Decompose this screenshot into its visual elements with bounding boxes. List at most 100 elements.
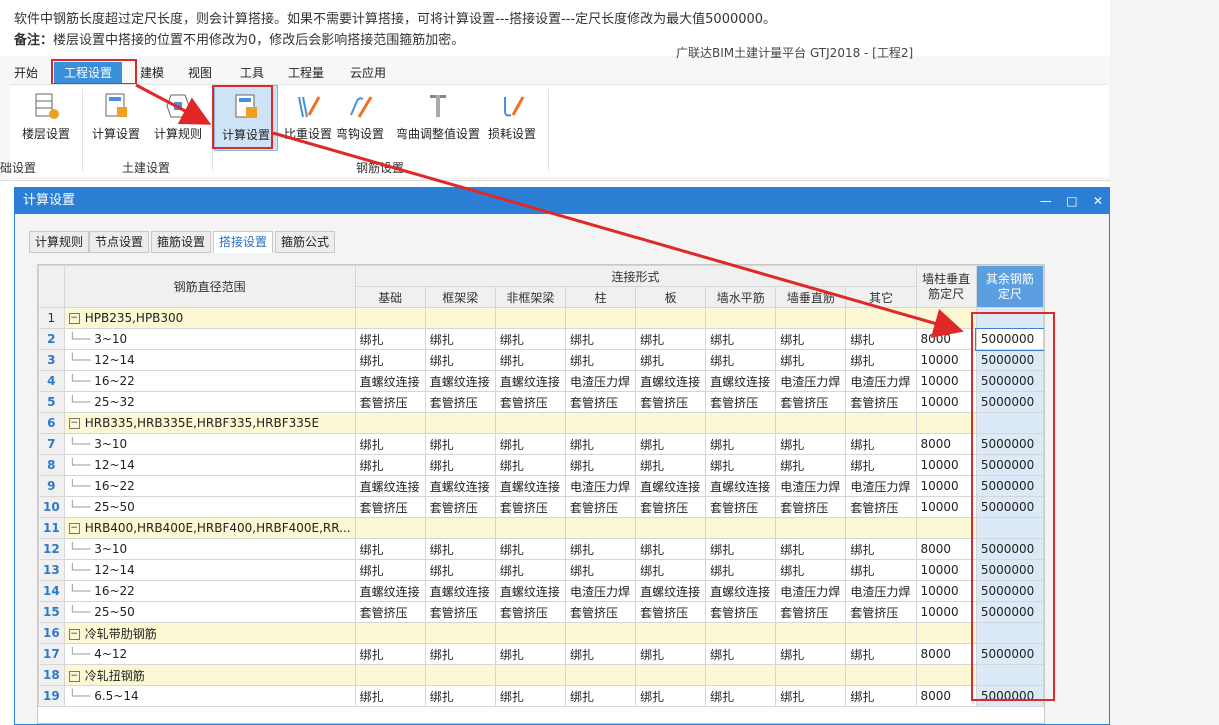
- connection-type-cell[interactable]: [845, 622, 917, 644]
- bend-adjust-settings-tool[interactable]: 弯曲调整值设置: [386, 85, 490, 142]
- table-row[interactable]: 5 └── 25~32 套管挤压 套管挤压 套管挤压 套管挤压 套管挤压 套管挤压 套管挤压 套管…: [38, 391, 1044, 413]
- connection-type-cell[interactable]: 直螺纹连接: [354, 475, 426, 497]
- connection-type-cell[interactable]: 绑扎: [635, 433, 707, 455]
- table-row[interactable]: 9 └── 16~22 直螺纹连接 直螺纹连接 直螺纹连接 电渣压力焊 直螺纹连接 直螺纹连接…: [38, 475, 1044, 497]
- wall-column-length-cell[interactable]: [915, 517, 977, 539]
- connection-type-cell[interactable]: [564, 664, 637, 686]
- connection-type-cell[interactable]: [354, 622, 426, 644]
- connection-type-cell[interactable]: 电渣压力焊: [775, 370, 847, 392]
- connection-type-cell[interactable]: 绑扎: [424, 454, 496, 476]
- connection-type-cell[interactable]: 套管挤压: [494, 601, 566, 623]
- connection-type-cell[interactable]: 绑扎: [635, 454, 707, 476]
- connection-type-cell[interactable]: 套管挤压: [845, 391, 917, 413]
- connection-type-cell[interactable]: 绑扎: [775, 349, 847, 371]
- connection-type-cell[interactable]: 套管挤压: [635, 496, 707, 518]
- connection-type-cell[interactable]: [705, 664, 777, 686]
- wall-column-length-cell[interactable]: 10000: [915, 601, 977, 623]
- diameter-range-cell[interactable]: └── 3~10: [63, 433, 356, 455]
- connection-type-cell[interactable]: [705, 517, 777, 539]
- connection-type-cell[interactable]: 套管挤压: [775, 496, 847, 518]
- wall-column-length-cell[interactable]: 8000: [915, 538, 977, 560]
- diameter-range-cell[interactable]: └── 25~50: [63, 601, 356, 623]
- connection-type-cell[interactable]: [564, 517, 637, 539]
- wall-column-length-cell[interactable]: [915, 307, 977, 329]
- connection-type-cell[interactable]: 绑扎: [494, 685, 566, 707]
- tab-stirrup-settings[interactable]: 箍筋设置: [151, 231, 212, 253]
- connection-type-cell[interactable]: 直螺纹连接: [705, 475, 777, 497]
- connection-type-cell[interactable]: [354, 412, 426, 434]
- connection-type-cell[interactable]: 绑扎: [494, 433, 566, 455]
- connection-type-cell[interactable]: 绑扎: [845, 328, 917, 350]
- tab-calc-rules[interactable]: 计算规则: [29, 231, 90, 253]
- tab-lap-settings[interactable]: 搭接设置: [213, 231, 274, 253]
- connection-type-cell[interactable]: [635, 622, 707, 644]
- connection-type-cell[interactable]: [494, 664, 566, 686]
- wall-column-length-cell[interactable]: 10000: [915, 496, 977, 518]
- connection-type-cell[interactable]: 套管挤压: [494, 391, 566, 413]
- connection-type-cell[interactable]: 绑扎: [845, 433, 917, 455]
- connection-type-cell[interactable]: 绑扎: [775, 538, 847, 560]
- table-row[interactable]: 15 └── 25~50 套管挤压 套管挤压 套管挤压 套管挤压 套管挤压 套管挤压 套管挤压套…: [38, 601, 1044, 623]
- connection-type-cell[interactable]: 电渣压力焊: [564, 475, 637, 497]
- connection-type-cell[interactable]: [775, 664, 847, 686]
- connection-type-cell[interactable]: [424, 307, 496, 329]
- collapse-icon[interactable]: −: [68, 313, 80, 324]
- connection-type-cell[interactable]: 绑扎: [354, 328, 426, 350]
- connection-type-cell[interactable]: 套管挤压: [635, 601, 707, 623]
- connection-type-cell[interactable]: [424, 517, 496, 539]
- connection-type-cell[interactable]: 绑扎: [845, 538, 917, 560]
- connection-type-cell[interactable]: 绑扎: [705, 685, 777, 707]
- group-row[interactable]: 16− 冷轧带肋钢筋: [38, 622, 1044, 644]
- connection-type-cell[interactable]: 直螺纹连接: [424, 580, 496, 602]
- connection-type-cell[interactable]: 绑扎: [494, 328, 566, 350]
- minimize-icon[interactable]: —: [1035, 188, 1057, 214]
- connection-type-cell[interactable]: 电渣压力焊: [845, 580, 917, 602]
- connection-type-cell[interactable]: 绑扎: [635, 559, 707, 581]
- connection-type-cell[interactable]: 绑扎: [635, 685, 707, 707]
- connection-type-cell[interactable]: [845, 412, 917, 434]
- connection-type-cell[interactable]: 套管挤压: [775, 601, 847, 623]
- connection-type-cell[interactable]: 电渣压力焊: [564, 580, 637, 602]
- connection-type-cell[interactable]: 绑扎: [494, 454, 566, 476]
- table-row[interactable]: 8 └── 12~14 绑扎 绑扎 绑扎 绑扎 绑扎 绑扎 绑扎 绑扎 10000 5000000: [38, 454, 1044, 476]
- menu-modeling[interactable]: 建模: [140, 64, 164, 81]
- table-row[interactable]: 19 └── 6.5~14 绑扎 绑扎 绑扎 绑扎 绑扎 绑扎 绑扎 绑扎 8000 5000000: [38, 685, 1044, 707]
- connection-type-cell[interactable]: 绑扎: [564, 328, 637, 350]
- connection-type-cell[interactable]: 绑扎: [354, 538, 426, 560]
- connection-type-cell[interactable]: 绑扎: [845, 559, 917, 581]
- group-name-cell[interactable]: − HRB400,HRB400E,HRBF400,HRBF400E,RR...: [63, 517, 356, 539]
- connection-type-cell[interactable]: 套管挤压: [635, 391, 707, 413]
- connection-type-cell[interactable]: [354, 307, 426, 329]
- connection-type-cell[interactable]: [635, 307, 707, 329]
- connection-type-cell[interactable]: [775, 307, 847, 329]
- wall-column-length-cell[interactable]: 10000: [915, 559, 977, 581]
- connection-type-cell[interactable]: 绑扎: [494, 643, 566, 665]
- connection-type-cell[interactable]: 绑扎: [705, 454, 777, 476]
- connection-type-cell[interactable]: 绑扎: [424, 328, 496, 350]
- connection-type-cell[interactable]: 电渣压力焊: [775, 475, 847, 497]
- connection-type-cell[interactable]: [494, 412, 566, 434]
- connection-type-cell[interactable]: 绑扎: [635, 328, 707, 350]
- connection-type-cell[interactable]: 绑扎: [845, 454, 917, 476]
- loss-settings-tool[interactable]: 损耗设置: [480, 85, 544, 142]
- connection-type-cell[interactable]: [775, 622, 847, 644]
- group-name-cell[interactable]: − HRB335,HRB335E,HRBF335,HRBF335E: [63, 412, 356, 434]
- group-name-cell[interactable]: − 冷轧扭钢筋: [63, 664, 356, 686]
- group-row[interactable]: 11− HRB400,HRB400E,HRBF400,HRBF400E,RR...: [38, 517, 1044, 539]
- connection-type-cell[interactable]: 绑扎: [564, 454, 637, 476]
- wall-column-length-cell[interactable]: 8000: [915, 643, 977, 665]
- collapse-icon[interactable]: −: [68, 523, 80, 534]
- close-icon[interactable]: ✕: [1087, 188, 1109, 214]
- connection-type-cell[interactable]: [424, 622, 496, 644]
- connection-type-cell[interactable]: 电渣压力焊: [775, 580, 847, 602]
- connection-type-cell[interactable]: 绑扎: [354, 349, 426, 371]
- group-row[interactable]: 18− 冷轧扭钢筋: [38, 664, 1044, 686]
- connection-type-cell[interactable]: 直螺纹连接: [424, 475, 496, 497]
- connection-type-cell[interactable]: 套管挤压: [354, 601, 426, 623]
- connection-type-cell[interactable]: 绑扎: [564, 685, 637, 707]
- menu-view[interactable]: 视图: [188, 64, 212, 81]
- wall-column-length-cell[interactable]: 10000: [915, 349, 977, 371]
- wall-column-length-cell[interactable]: 10000: [915, 391, 977, 413]
- connection-type-cell[interactable]: 套管挤压: [564, 391, 637, 413]
- connection-type-cell[interactable]: 直螺纹连接: [354, 370, 426, 392]
